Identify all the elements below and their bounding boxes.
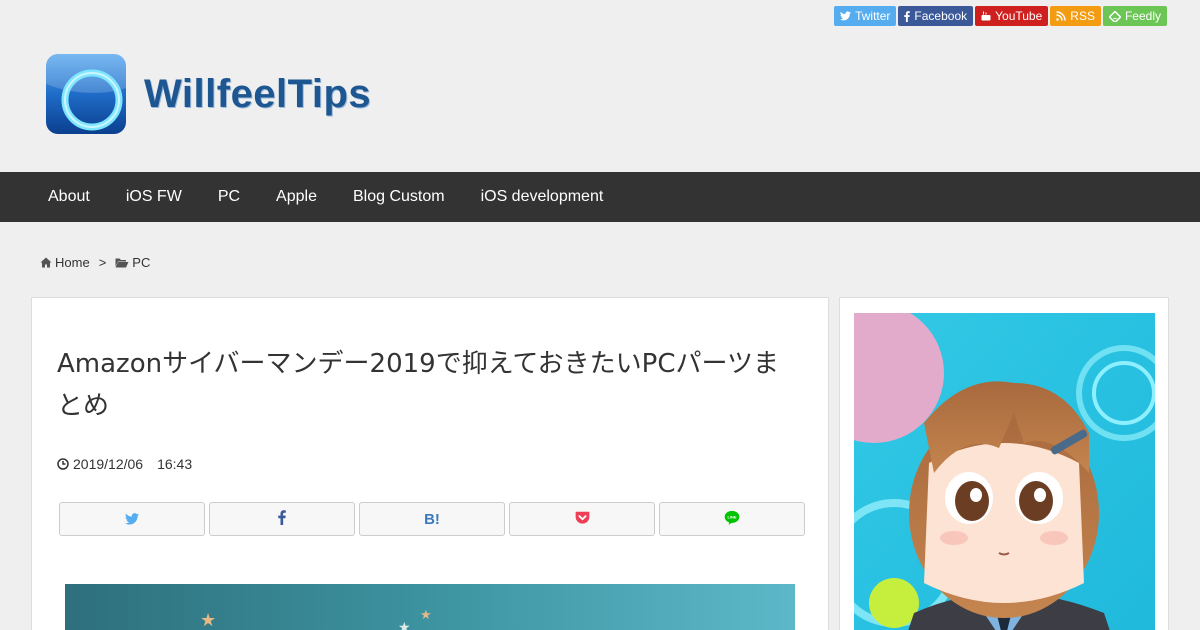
svg-text:LINE: LINE — [727, 514, 736, 519]
breadcrumb-category-link[interactable]: PC — [115, 255, 150, 270]
rss-link[interactable]: RSS — [1050, 6, 1101, 26]
global-nav: About iOS FW PC Apple Blog Custom iOS de… — [0, 172, 1200, 222]
logo-icon — [46, 54, 126, 134]
nav-item-blog-custom[interactable]: Blog Custom — [335, 188, 463, 206]
share-buttons: B! LINE — [59, 502, 805, 536]
nav-item-ios-development[interactable]: iOS development — [463, 188, 622, 206]
share-pocket-button[interactable] — [509, 502, 655, 536]
breadcrumb-category-label: PC — [132, 255, 151, 270]
facebook-icon — [278, 509, 286, 529]
rss-icon — [1056, 11, 1067, 21]
rss-label: RSS — [1070, 9, 1095, 23]
breadcrumb-home-link[interactable]: Home — [40, 255, 90, 270]
twitter-icon — [840, 11, 852, 21]
youtube-icon — [981, 11, 991, 21]
nav-item-pc[interactable]: PC — [200, 188, 258, 206]
article-card: Amazonサイバーマンデー2019で抑えておきたいPCパーツまとめ 2019/… — [31, 297, 829, 630]
post-eyecatch-image: ★ ★ ★ — [65, 584, 795, 630]
nav-item-ios-fw[interactable]: iOS FW — [108, 188, 200, 206]
post-date-value: 2019/12/06 — [73, 456, 144, 472]
post-date: 2019/12/06 16:43 — [57, 456, 192, 472]
post-title: Amazonサイバーマンデー2019で抑えておきたいPCパーツまとめ — [57, 349, 779, 421]
site-logo[interactable]: WillfeelTips — [46, 54, 371, 134]
breadcrumb: Home > PC — [40, 255, 150, 270]
feedly-icon — [1108, 10, 1121, 22]
share-hatena-button[interactable]: B! — [359, 502, 505, 536]
youtube-link[interactable]: YouTube — [975, 6, 1049, 26]
facebook-icon — [904, 10, 911, 22]
share-line-button[interactable]: LINE — [659, 502, 805, 536]
nav-item-apple[interactable]: Apple — [258, 188, 335, 206]
star-decoration: ★ — [420, 608, 432, 623]
youtube-label: YouTube — [995, 9, 1043, 23]
clock-icon — [57, 458, 69, 470]
facebook-label: Facebook — [914, 9, 968, 23]
post-time-value: 16:43 — [157, 456, 193, 472]
folder-open-icon — [115, 258, 129, 268]
profile-illustration — [854, 313, 1155, 630]
breadcrumb-home-label: Home — [55, 255, 90, 270]
feedly-label: Feedly — [1124, 9, 1161, 23]
logo-text: WillfeelTips — [144, 71, 372, 116]
pocket-icon — [575, 510, 590, 529]
social-links-bar: Twitter Facebook YouTube RSS Feedly — [834, 6, 1167, 26]
share-twitter-button[interactable] — [59, 502, 205, 536]
nav-item-about[interactable]: About — [30, 188, 108, 206]
line-icon: LINE — [724, 510, 740, 529]
twitter-link[interactable]: Twitter — [834, 6, 897, 26]
sidebar-profile-card — [839, 297, 1169, 630]
breadcrumb-separator: > — [98, 255, 107, 270]
feedly-link[interactable]: Feedly — [1102, 6, 1167, 26]
twitter-icon — [125, 510, 139, 529]
facebook-link[interactable]: Facebook — [898, 6, 974, 26]
hatena-icon: B! — [424, 510, 440, 528]
home-icon — [40, 257, 52, 268]
twitter-label: Twitter — [855, 9, 891, 23]
share-facebook-button[interactable] — [209, 502, 355, 536]
star-decoration: ★ — [200, 610, 217, 630]
star-decoration: ★ — [398, 620, 411, 630]
